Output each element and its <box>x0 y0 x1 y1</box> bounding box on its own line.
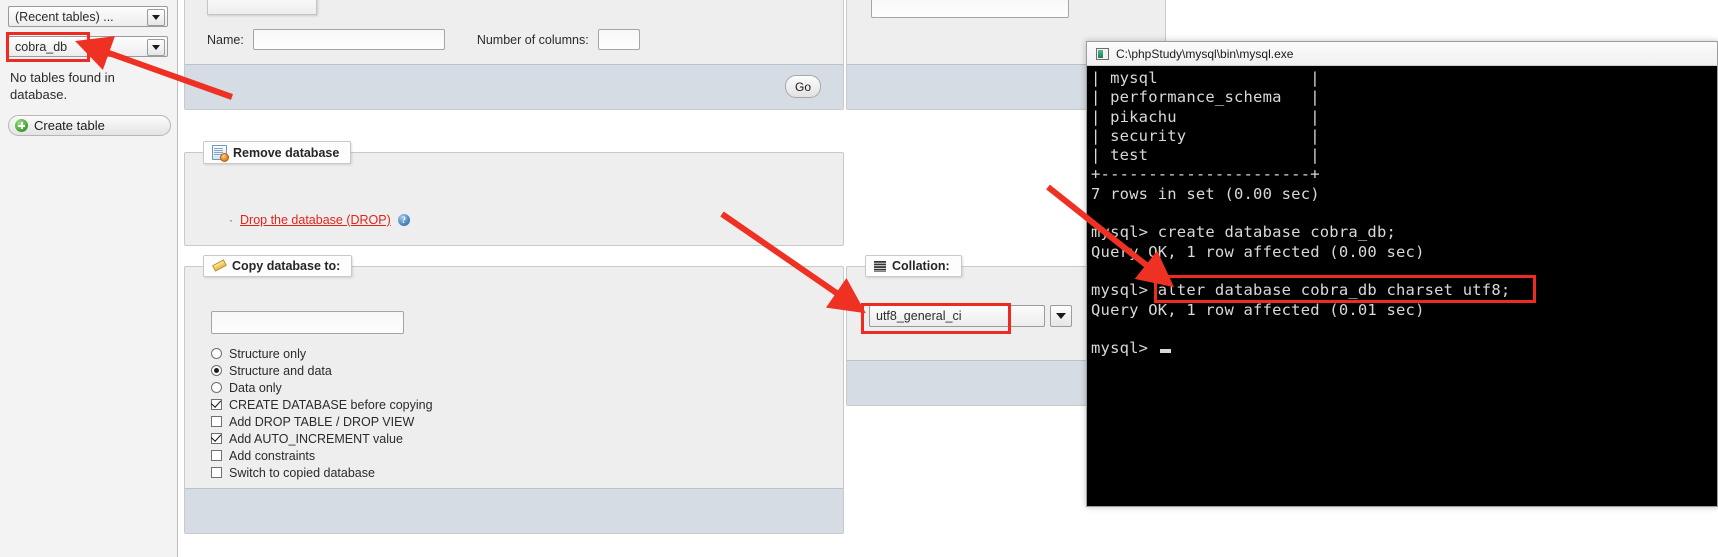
option-add-drop-table[interactable]: Add DROP TABLE / DROP VIEW <box>211 413 433 430</box>
option-data-only[interactable]: Data only <box>211 379 433 396</box>
terminal-text: | mysql | | performance_schema | | pikac… <box>1091 69 1511 358</box>
table-name-input[interactable] <box>252 29 445 50</box>
option-add-auto-increment[interactable]: Add AUTO_INCREMENT value <box>211 430 433 447</box>
recent-tables-value: (Recent tables) ... <box>15 9 114 24</box>
panel-tab[interactable] <box>207 0 317 15</box>
radio-icon[interactable] <box>211 382 222 393</box>
name-label: Name: <box>207 32 244 47</box>
option-add-constraints[interactable]: Add constraints <box>211 447 433 464</box>
copy-target-input[interactable] <box>211 311 404 334</box>
database-remove-icon <box>212 145 229 162</box>
console-app-icon <box>1096 47 1109 60</box>
option-label: Add AUTO_INCREMENT value <box>229 431 403 446</box>
drop-database-link[interactable]: Drop the database (DROP) <box>240 213 391 227</box>
option-structure-and-data[interactable]: Structure and data <box>211 362 433 379</box>
option-structure-only[interactable]: Structure only <box>211 345 433 362</box>
collation-selected-value: utf8_general_ci <box>876 309 962 323</box>
checkbox-checked-icon[interactable] <box>211 433 222 444</box>
remove-database-panel: Remove database · Drop the database (DRO… <box>184 141 844 246</box>
option-label: CREATE DATABASE before copying <box>229 397 433 412</box>
drop-database-row: · Drop the database (DROP) ? <box>229 213 410 227</box>
option-label: Add constraints <box>229 448 316 463</box>
option-label: Switch to copied database <box>229 465 375 480</box>
radio-selected-icon[interactable] <box>211 365 222 376</box>
plus-circle-icon <box>15 119 28 132</box>
create-table-label: Create table <box>34 118 105 133</box>
option-create-database-before-copying[interactable]: CREATE DATABASE before copying <box>211 396 433 413</box>
go-button[interactable]: Go <box>785 75 821 98</box>
copy-database-panel: Copy database to: Structure only Structu… <box>184 255 844 534</box>
remove-database-legend: Remove database <box>203 141 352 164</box>
list-icon <box>874 260 886 272</box>
mysql-terminal-window[interactable]: C:\phpStudy\mysql\bin\mysql.exe | mysql … <box>1086 41 1718 507</box>
option-label: Structure only <box>229 346 307 361</box>
columns-count-input[interactable] <box>597 29 640 50</box>
create-table-button[interactable]: Create table <box>8 115 171 136</box>
collation-legend-label: Collation: <box>892 259 950 273</box>
copy-database-legend-label: Copy database to: <box>232 259 341 273</box>
radio-icon[interactable] <box>211 348 222 359</box>
checkbox-icon[interactable] <box>211 416 222 427</box>
create-table-fields: Name: Number of columns: <box>207 29 640 50</box>
remove-database-legend-label: Remove database <box>233 145 340 160</box>
columns-label: Number of columns: <box>476 32 589 47</box>
panel-footer: Go <box>185 64 843 109</box>
copy-database-legend: Copy database to: <box>203 255 353 277</box>
option-label: Data only <box>229 380 282 395</box>
chevron-down-icon[interactable] <box>147 9 165 26</box>
checkbox-icon[interactable] <box>211 450 222 461</box>
checkbox-checked-icon[interactable] <box>211 399 222 410</box>
terminal-title-text: C:\phpStudy\mysql\bin\mysql.exe <box>1116 46 1294 61</box>
sidebar: (Recent tables) ... cobra_db No tables f… <box>0 0 178 557</box>
create-table-panel: Name: Number of columns: Go <box>184 0 844 110</box>
chevron-down-icon[interactable] <box>147 39 165 56</box>
option-switch-to-copied-database[interactable]: Switch to copied database <box>211 464 433 481</box>
terminal-cursor <box>1160 349 1172 354</box>
terminal-title-bar: C:\phpStudy\mysql\bin\mysql.exe <box>1087 42 1717 66</box>
help-icon[interactable]: ? <box>397 214 410 226</box>
collation-select[interactable]: utf8_general_ci <box>869 305 1045 327</box>
database-select-value: cobra_db <box>15 39 68 54</box>
copy-options-list: Structure only Structure and data Data o… <box>211 345 433 481</box>
collation-legend: Collation: <box>865 255 962 277</box>
option-label: Structure and data <box>229 363 332 378</box>
terminal-output: | mysql | | performance_schema | | pikac… <box>1087 66 1717 506</box>
chevron-down-icon[interactable] <box>1050 305 1072 327</box>
database-select[interactable]: cobra_db <box>8 36 168 57</box>
option-label: Add DROP TABLE / DROP VIEW <box>229 414 415 429</box>
checkbox-icon[interactable] <box>211 467 222 478</box>
pencil-icon <box>212 260 226 272</box>
no-tables-message: No tables found in database. <box>10 70 115 102</box>
recent-tables-select[interactable]: (Recent tables) ... <box>8 6 168 27</box>
panel-footer <box>185 488 843 533</box>
bullet-icon: · <box>229 213 233 227</box>
secondary-text-input[interactable] <box>871 0 1069 18</box>
